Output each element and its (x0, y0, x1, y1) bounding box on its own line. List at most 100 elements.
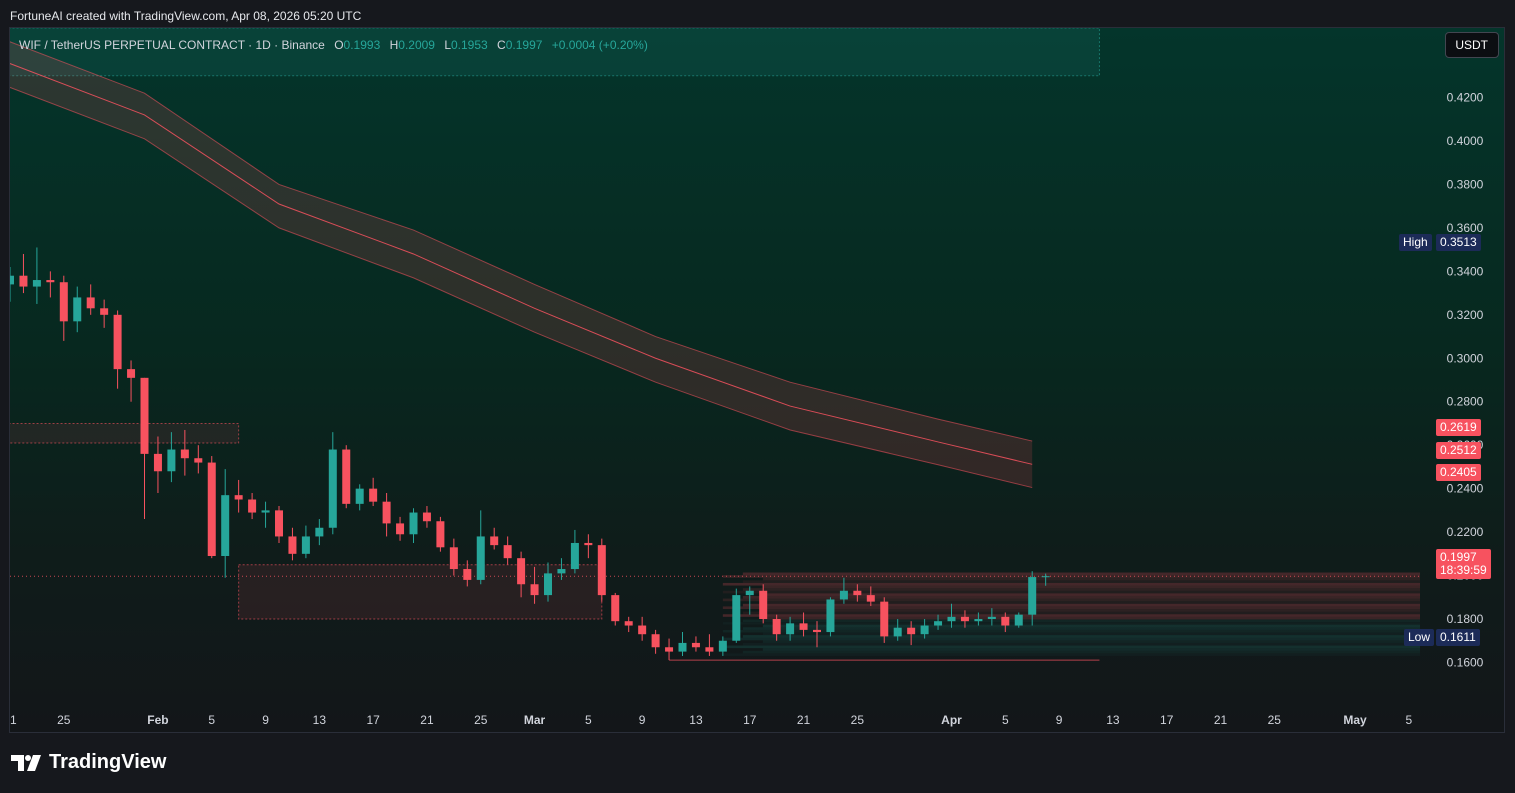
candle-body (248, 499, 257, 513)
candle-body (396, 523, 405, 535)
candle-body (167, 449, 176, 472)
high-value: 0.2009 (398, 38, 435, 52)
candle-body (113, 314, 122, 370)
candle-body (32, 280, 41, 287)
x-axis-tick-label: 25 (1268, 713, 1282, 727)
x-axis-tick-label: Mar (524, 713, 546, 727)
x-axis-tick-label: 25 (474, 713, 488, 727)
candle-body (880, 601, 889, 637)
x-axis-tick-label: 17 (743, 713, 757, 727)
candle-body (759, 590, 768, 620)
candle-body (691, 642, 700, 648)
volume-profile-stripe (762, 601, 1420, 604)
volume-profile-stripe (742, 635, 1420, 638)
candle-body (463, 569, 472, 580)
volume-profile-stripe (722, 645, 1420, 649)
candle-body (476, 536, 485, 580)
y-axis-tick-label: 0.1800 (1447, 612, 1484, 626)
volume-profile-stripe (722, 575, 1420, 578)
candle-body (772, 619, 781, 635)
x-axis-tick-label: 25 (851, 713, 865, 727)
candle-body (140, 377, 149, 454)
candle-body (194, 458, 203, 463)
high-label: H (389, 38, 399, 52)
candle-body (503, 545, 512, 559)
volume-profile-stripe (742, 611, 1420, 615)
bar-countdown: 18:39:59 (1440, 563, 1487, 577)
volume-profile-stripe (762, 616, 1420, 620)
volume-profile-stripe (742, 603, 1420, 607)
volume-profile-stripe (742, 650, 1420, 654)
band-bottom-tag: 0.2405 (1436, 464, 1481, 481)
chart-panel[interactable]: 0.44000.42000.40000.38000.36000.34000.32… (9, 27, 1505, 733)
candle-body (19, 275, 28, 287)
candle-body (584, 542, 593, 546)
y-axis-tick-label: 0.3000 (1447, 351, 1484, 365)
volume-profile-stripe (722, 637, 1420, 641)
x-axis-tick-label: 21 (797, 713, 811, 727)
candle-body (570, 542, 579, 570)
open-label: O (334, 38, 344, 52)
x-axis-tick-label: Apr (941, 713, 962, 727)
candle-body (275, 510, 283, 537)
candle-body (557, 569, 566, 574)
volume-profile-stripe (722, 653, 1420, 656)
low-tag-label: Low (1404, 629, 1435, 646)
candle-body (369, 488, 378, 502)
y-axis-tick-label: 0.4200 (1447, 91, 1484, 105)
x-axis-tick-label: 9 (639, 713, 646, 727)
volume-profile-stripe (762, 648, 1420, 651)
x-axis-tick-label: 9 (1056, 713, 1063, 727)
x-axis-tick-label: 5 (585, 713, 592, 727)
x-axis-tick-label: 17 (366, 713, 380, 727)
candle-body (960, 616, 969, 622)
volume-profile-stripe (742, 627, 1420, 630)
candle-body (342, 449, 351, 504)
tradingview-brand[interactable]: TradingView (11, 751, 166, 774)
candle-body (853, 590, 862, 596)
y-axis-tick-label: 0.1600 (1447, 655, 1484, 669)
symbol-name: WIF / TetherUS PERPETUAL CONTRACT · 1D ·… (19, 38, 325, 52)
candle-body (328, 449, 337, 528)
candle-body (127, 369, 136, 378)
x-axis-tick-label: 5 (1002, 713, 1009, 727)
candle-body (745, 590, 754, 596)
volume-profile-stripe (762, 585, 1420, 589)
candle-body (1028, 577, 1037, 615)
candle-body (355, 488, 364, 504)
candle-body (449, 547, 458, 570)
candle-body (73, 297, 82, 322)
volume-profile-stripe (762, 624, 1420, 628)
candle-body (866, 595, 875, 602)
candle-body (234, 495, 243, 500)
y-axis-tick-label: 0.3600 (1447, 221, 1484, 235)
candle-body (382, 501, 391, 524)
volume-profile-stripe (762, 640, 1420, 643)
y-axis-tick-label: 0.3400 (1447, 264, 1484, 278)
volume-profile-stripe (742, 580, 1420, 583)
candle-body (301, 536, 310, 554)
volume-profile-stripe (722, 590, 1420, 594)
currency-button[interactable]: USDT (1445, 32, 1499, 58)
x-axis-tick-label: May (1343, 713, 1367, 727)
candle-body (786, 623, 795, 635)
candle-body (1001, 616, 1010, 626)
candle-body (718, 640, 727, 652)
candlestick-chart[interactable]: 0.44000.42000.40000.38000.36000.34000.32… (10, 28, 1504, 732)
symbol-legend: WIF / TetherUS PERPETUAL CONTRACT · 1D ·… (19, 38, 648, 52)
volume-profile-stripe (762, 593, 1420, 596)
open-value: 0.1993 (343, 38, 381, 52)
candle-body (987, 616, 996, 620)
x-axis-tick-label: 25 (57, 713, 71, 727)
candle-body (1014, 614, 1023, 626)
x-axis-tick-label: 13 (689, 713, 703, 727)
candle-body (638, 625, 647, 635)
candle-body (10, 275, 14, 285)
candle-body (422, 512, 431, 522)
candle-body (651, 634, 660, 648)
candle-body (813, 629, 821, 633)
candle-body (86, 297, 95, 309)
x-axis-tick-label: 21 (10, 713, 17, 727)
close-value: 0.1997 (505, 38, 543, 52)
band-mid-tag: 0.2512 (1436, 442, 1481, 459)
